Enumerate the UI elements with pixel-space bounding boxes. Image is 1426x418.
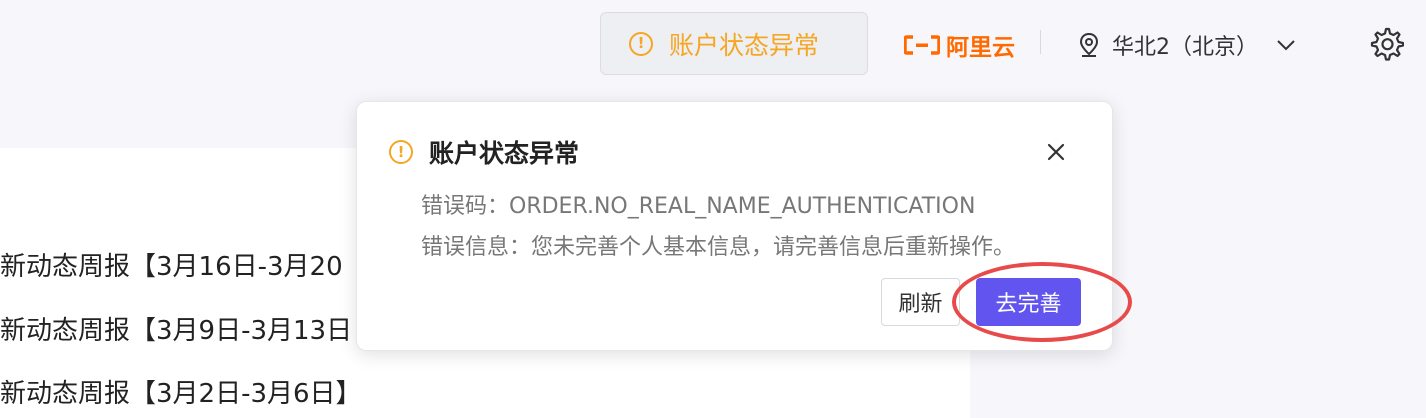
error-code-line: 错误码：ORDER.NO_REAL_NAME_AUTHENTICATION [421,194,976,219]
warning-icon: ! [629,31,653,56]
account-status-label: 账户状态异常 [669,30,820,60]
logo-text: 阿里云 [946,35,1015,61]
region-label: 华北2（北京） [1112,35,1258,60]
location-pin-icon [1079,32,1099,57]
gear-icon[interactable] [1368,26,1404,62]
error-message-line: 错误信息：您未完善个人基本信息，请完善信息后重新操作。 [421,235,1016,260]
close-icon[interactable] [1046,142,1066,162]
header-divider [1040,30,1041,54]
news-item[interactable]: 新动态周报【3月2日-3月6日】 [0,373,362,410]
news-item[interactable]: 新动态周报【3月9日-3月13日 [0,310,352,347]
chevron-down-icon [1277,40,1295,51]
complete-info-button[interactable]: 去完善 [976,278,1081,326]
refresh-button[interactable]: 刷新 [881,278,960,326]
region-selector[interactable]: 华北2（北京） [1078,26,1296,64]
aliyun-logo[interactable]: 阿里云 [904,26,1015,64]
account-status-popover: ! 账户状态异常 错误码：ORDER.NO_REAL_NAME_AUTHENTI… [356,101,1113,351]
warning-icon: ! [389,140,413,164]
account-status-button[interactable]: ! 账户状态异常 [600,12,868,75]
popover-title: ! 账户状态异常 [389,134,579,170]
aliyun-logo-icon [904,35,940,55]
news-item[interactable]: 新动态周报【3月16日-3月20 [0,246,343,283]
popover-title-text: 账户状态异常 [429,139,580,168]
